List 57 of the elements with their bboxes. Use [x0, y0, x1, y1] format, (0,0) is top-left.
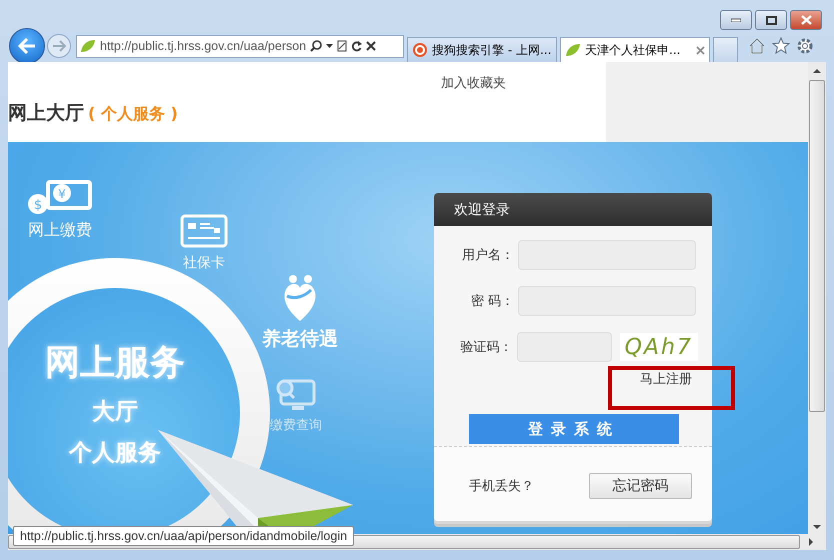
service-label: 网上缴费 — [28, 220, 92, 241]
field-label: 用户名： — [461, 247, 514, 264]
login-title: 欢迎登录 — [454, 200, 510, 218]
close-icon — [800, 15, 812, 25]
maximize-button[interactable] — [755, 10, 787, 30]
back-button[interactable] — [9, 28, 45, 64]
hero-text: 网上服务 — [45, 342, 185, 384]
right-arrow-icon — [52, 40, 66, 52]
left-arrow-icon — [18, 38, 36, 54]
close-tab-icon[interactable] — [696, 46, 705, 54]
service-label: 养老待遇 — [262, 327, 338, 352]
address-text: http://public.tj.hrss.gov.cn/uaa/person — [100, 39, 306, 53]
captcha-image: QAh7 — [620, 333, 698, 361]
field-label: 验证码： — [460, 339, 512, 356]
captcha-field[interactable] — [516, 332, 612, 362]
maximize-icon — [766, 16, 776, 24]
forgot-password-button[interactable]: 忘记密码 — [589, 473, 692, 499]
stop-icon[interactable] — [366, 41, 376, 51]
minimize-icon — [731, 18, 741, 22]
password-field[interactable] — [518, 286, 696, 316]
service-label: 社保卡 — [183, 254, 225, 272]
search-icon[interactable] — [310, 40, 322, 52]
hero-text: 大厅 — [92, 398, 138, 426]
field-label: 密 码： — [470, 293, 514, 310]
lost-phone-link[interactable]: 手机丢失？ — [469, 477, 534, 495]
s-logo-icon — [412, 42, 428, 58]
leaf-icon — [565, 43, 581, 57]
dropdown-caret-icon[interactable] — [326, 44, 334, 48]
status-url: http://public.tj.hrss.gov.cn/uaa/api/person/idandmobile/login — [13, 526, 354, 546]
address-bar[interactable]: http://public.tj.hrss.gov.cn/uaa/person — [76, 34, 404, 58]
bookmark-link[interactable]: 加入收藏夹 — [441, 74, 506, 92]
scroll-up-icon[interactable] — [813, 68, 821, 74]
browser-tab[interactable]: 天津个人社保申... — [560, 37, 710, 62]
minimize-button[interactable] — [720, 10, 752, 30]
yen-sign: ¥ — [58, 187, 66, 201]
vertical-scroll-thumb[interactable] — [809, 80, 825, 412]
leaf-icon — [80, 39, 96, 53]
site-subtitle: ( 个人服务 ) — [88, 104, 178, 125]
home-icon[interactable] — [748, 37, 766, 54]
dollar-sign: $ — [34, 198, 42, 213]
register-link[interactable]: 马上注册 — [640, 370, 692, 388]
hero-text: 个人服务 — [69, 438, 161, 468]
scroll-down-icon[interactable] — [813, 524, 821, 530]
card-icon — [180, 214, 228, 250]
tab-title: 搜狗搜索引擎 - 上网... — [432, 42, 552, 58]
settings-icon[interactable] — [796, 37, 814, 55]
star-icon[interactable] — [772, 37, 790, 54]
refresh-icon[interactable] — [351, 40, 362, 52]
site-title: 网上大厅 — [8, 101, 84, 126]
service-label: 缴费查询 — [270, 417, 322, 434]
close-button[interactable] — [790, 10, 822, 30]
browser-tab[interactable]: 搜狗搜索引擎 - 上网... — [407, 37, 557, 62]
monitor-search-icon — [275, 378, 317, 412]
scroll-right-icon[interactable] — [808, 538, 814, 546]
compatibility-icon[interactable] — [337, 40, 348, 52]
username-field[interactable] — [518, 240, 696, 270]
tab-title: 天津个人社保申... — [585, 42, 682, 58]
